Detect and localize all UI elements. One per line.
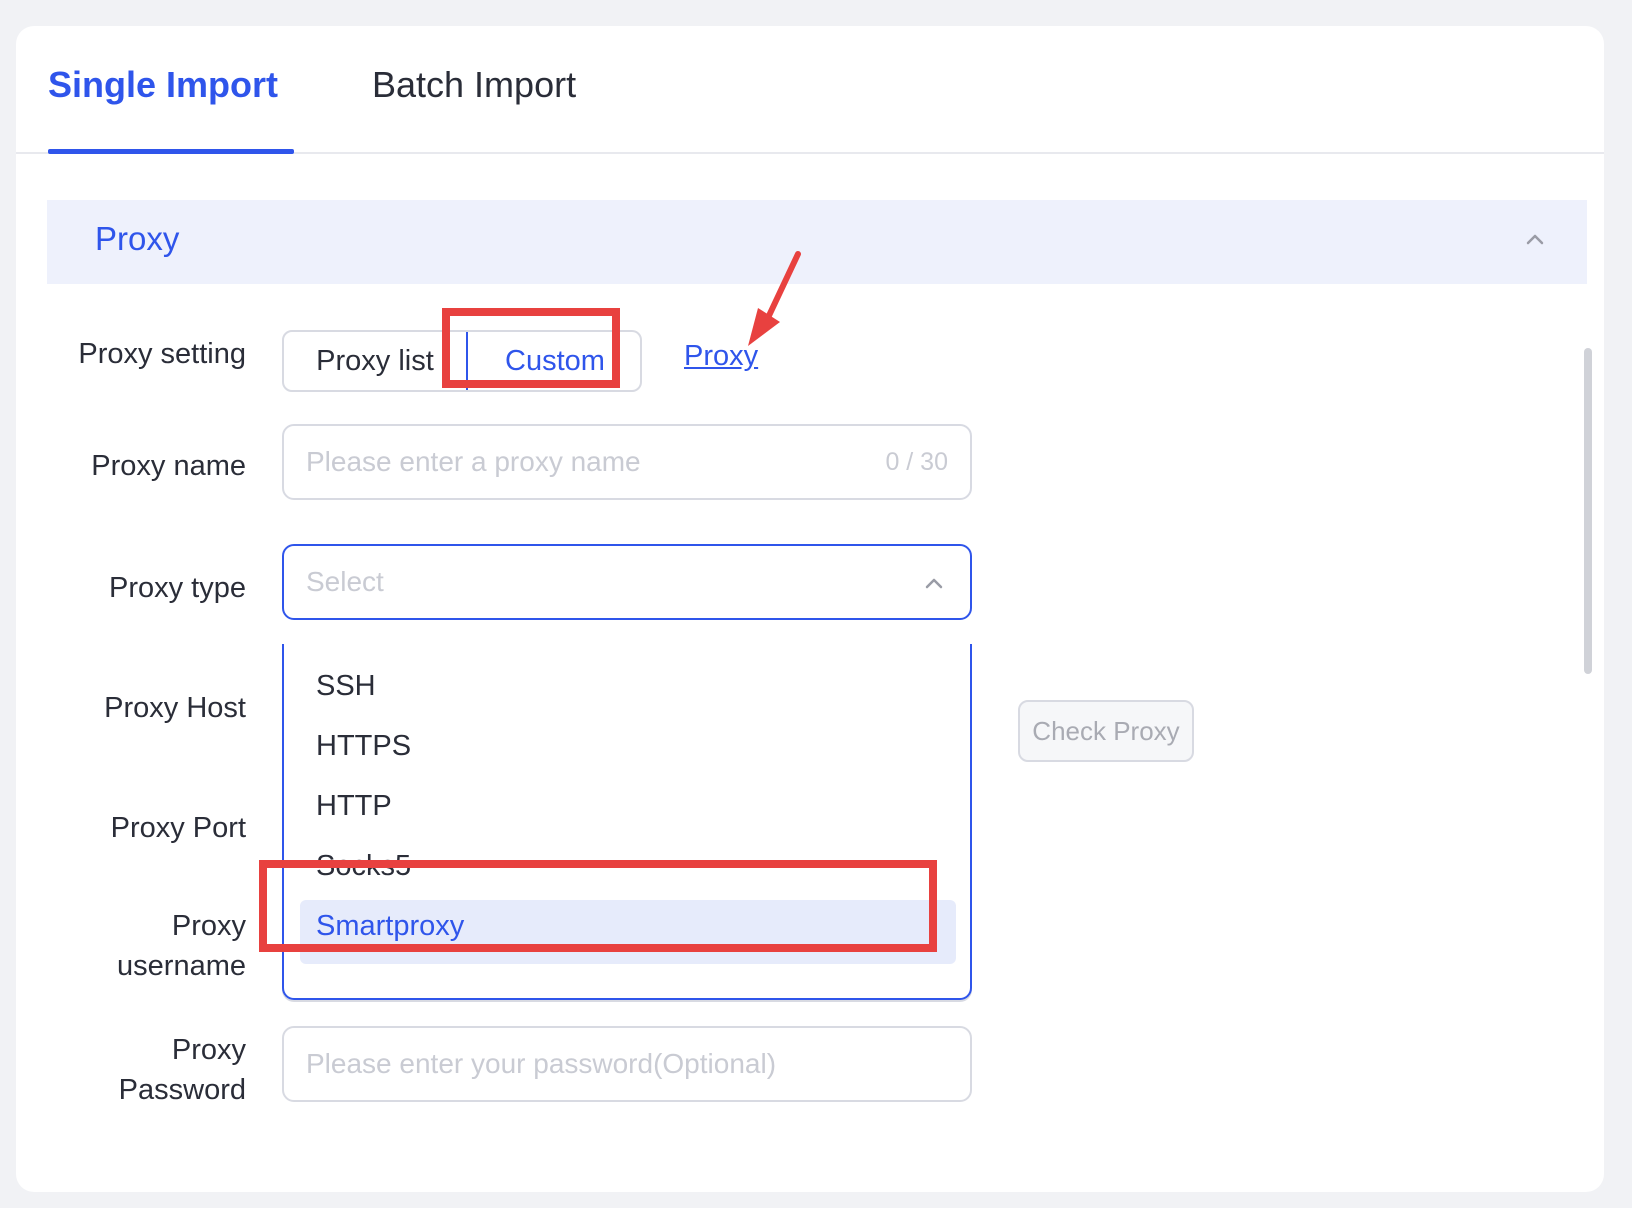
section-title: Proxy	[95, 220, 180, 257]
tab-batch-import[interactable]: Batch Import	[372, 64, 576, 106]
check-proxy-button[interactable]: Check Proxy	[1018, 700, 1194, 762]
proxy-username-label-line2: username	[117, 950, 246, 982]
proxy-host-label: Proxy Host	[104, 692, 246, 724]
proxy-username-label-line1: Proxy	[171, 910, 246, 942]
proxy-password-label-line2: Password	[118, 1074, 246, 1106]
proxy-password-label-line1: Proxy	[171, 1034, 246, 1066]
highlight-box-smartproxy	[259, 860, 937, 952]
import-panel: Single Import Batch Import Proxy Proxy s…	[16, 26, 1604, 1192]
active-tab-indicator	[48, 149, 294, 154]
proxy-list-option[interactable]: Proxy list	[284, 332, 466, 390]
proxy-name-label: Proxy name	[91, 450, 246, 482]
proxy-password-placeholder: Please enter your password(Optional)	[306, 1048, 777, 1079]
proxy-password-input[interactable]: Please enter your password(Optional)	[282, 1026, 972, 1102]
chevron-up-icon	[925, 578, 943, 589]
proxy-name-input[interactable]: Please enter a proxy name 0 / 30	[282, 424, 972, 500]
proxy-section-header[interactable]: Proxy	[47, 200, 1587, 284]
option-ssh[interactable]: SSH	[316, 670, 376, 703]
tab-single-import[interactable]: Single Import	[48, 64, 278, 106]
chevron-up-icon[interactable]	[1523, 228, 1547, 252]
proxy-port-label: Proxy Port	[110, 812, 246, 844]
proxy-username-label: Proxy username	[26, 906, 246, 986]
proxy-type-select[interactable]: Select	[282, 544, 972, 620]
proxy-name-placeholder: Please enter a proxy name	[306, 446, 641, 477]
proxy-type-placeholder: Select	[306, 566, 384, 597]
proxy-type-label: Proxy type	[109, 572, 246, 604]
annotation-arrow-icon	[748, 251, 801, 346]
option-http[interactable]: HTTP	[316, 790, 392, 823]
proxy-setting-label: Proxy setting	[78, 338, 246, 370]
proxy-password-label: Proxy Password	[26, 1030, 246, 1110]
highlight-box-custom	[442, 308, 620, 388]
scrollbar[interactable]	[1584, 348, 1592, 674]
import-tabs: Single Import Batch Import	[16, 26, 1604, 154]
character-counter: 0 / 30	[885, 448, 948, 476]
option-https[interactable]: HTTPS	[316, 730, 411, 763]
